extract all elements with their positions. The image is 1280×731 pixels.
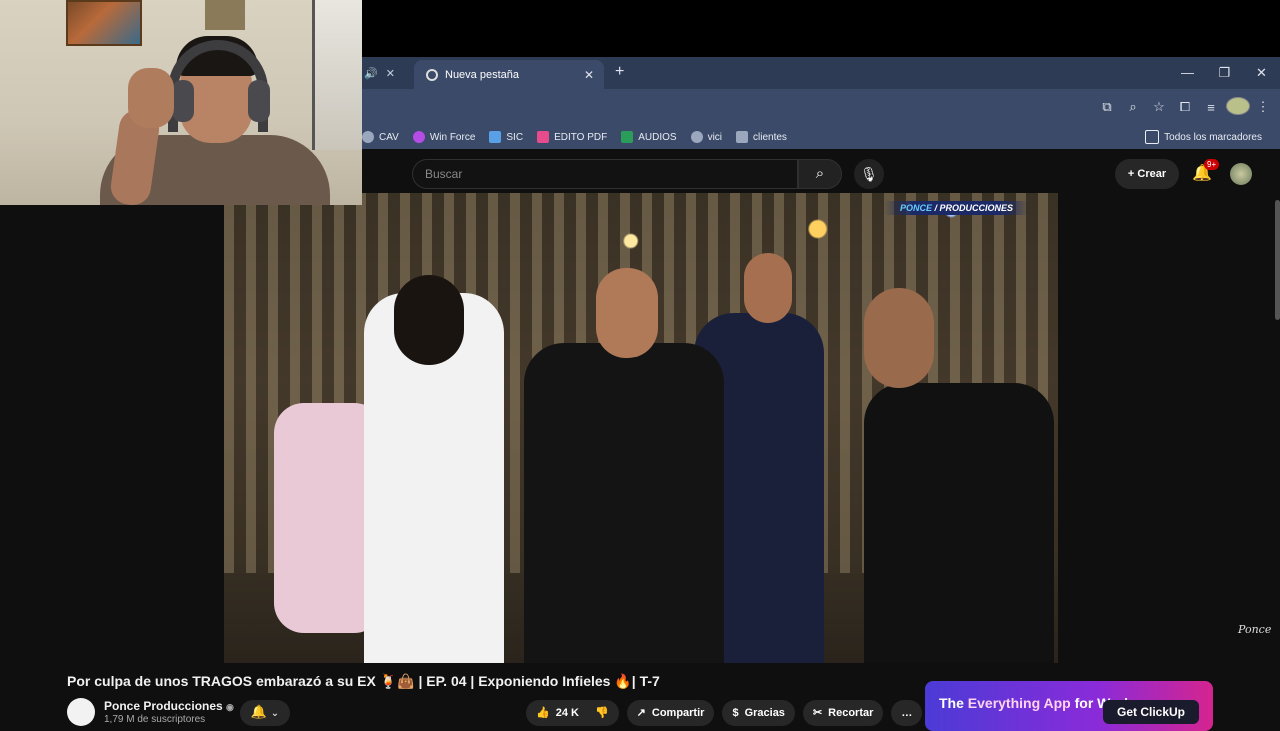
media-icon[interactable]: ≡ — [1200, 100, 1222, 115]
audio-icon — [621, 131, 634, 143]
page-scrollbar[interactable] — [1275, 200, 1280, 320]
host-figure — [524, 343, 724, 663]
search-button[interactable]: ⌕ — [798, 159, 842, 189]
search-icon: ⌕ — [815, 165, 825, 182]
ad-cta-button[interactable]: Get ClickUp — [1103, 700, 1199, 724]
clickup-ad[interactable]: The Everything App for Work Get ClickUp — [925, 681, 1213, 731]
screen-top-area — [362, 0, 1280, 57]
bookmark-win-force[interactable]: Win Force — [412, 131, 475, 143]
account-avatar[interactable] — [1230, 163, 1252, 185]
more-actions-button[interactable]: … — [891, 700, 923, 726]
close-window-button[interactable]: ✕ — [1243, 57, 1280, 89]
sic-icon — [489, 131, 502, 143]
like-button[interactable]: 👍 24 K 👎 — [526, 700, 619, 726]
thumbs-down-icon[interactable]: 👎 — [595, 700, 609, 726]
door — [312, 0, 362, 150]
thumbs-up-icon: 👍 — [536, 707, 550, 719]
restore-button[interactable]: ❐ — [1206, 57, 1243, 89]
close-icon[interactable]: ✕ — [386, 67, 395, 80]
video-player[interactable]: PONCE / PRODUCCIONES Ponce — [0, 193, 1280, 663]
thanks-button[interactable]: $ Gracias — [722, 700, 795, 726]
all-bookmarks[interactable]: Todos los marcadores — [1145, 125, 1262, 149]
window-controls: — ❐ ✕ — [1169, 57, 1280, 89]
winforce-icon — [412, 131, 425, 143]
youtube-header: Buscar ⌕ 🎙 + Crear 🔔 9+ — [362, 155, 1280, 193]
plus-icon: + — [1127, 168, 1135, 180]
notification-badge: 9+ — [1204, 159, 1220, 170]
create-button[interactable]: + Crear — [1115, 159, 1179, 189]
man-head — [864, 288, 934, 388]
share-button[interactable]: ↗ Compartir — [626, 700, 715, 726]
menu-icon[interactable]: ⋮ — [1252, 99, 1274, 115]
video-title: Por culpa de unos TRAGOS embarazó a su E… — [67, 673, 660, 689]
channel-name[interactable]: Ponce Producciones ◉ — [104, 699, 234, 713]
minimize-button[interactable]: — — [1169, 57, 1206, 89]
video-frame[interactable]: PONCE / PRODUCCIONES — [224, 193, 1058, 663]
bookmark-sic[interactable]: SIC — [489, 131, 523, 143]
search-input[interactable]: Buscar — [412, 159, 798, 189]
bookmarks-bar: CAV Win Force SIC EDITO PDF AUDIOS vici … — [362, 125, 1280, 149]
bookmark-edito-pdf[interactable]: EDITO PDF — [537, 131, 607, 143]
star-icon[interactable]: ☆ — [1148, 99, 1170, 115]
share-icon: ↗ — [636, 707, 646, 719]
scissors-icon: ✂ — [812, 707, 823, 719]
clientes-icon — [736, 131, 749, 143]
pdf-icon — [537, 131, 550, 143]
clip-button[interactable]: ✂ Recortar — [802, 700, 884, 726]
close-icon[interactable]: ✕ — [584, 68, 594, 82]
voice-search-button[interactable]: 🎙 — [854, 159, 884, 189]
webcam-overlay — [0, 0, 362, 205]
tab-strip: 🔊 ✕ Nueva pestaña ✕ + — ❐ ✕ — [362, 57, 1280, 89]
bookmark-vici[interactable]: vici — [690, 131, 722, 143]
browser-chrome: 🔊 ✕ Nueva pestaña ✕ + — ❐ ✕ ⧉ ⌕ ☆ ⧠ ≡ ⋮ … — [362, 0, 1280, 155]
folder-icon — [1145, 130, 1160, 144]
channel-brand-overlay: PONCE / PRODUCCIONES — [884, 201, 1030, 215]
channel-avatar[interactable] — [67, 698, 95, 726]
chrome-icon — [426, 68, 438, 81]
headphone-cup-right — [248, 80, 270, 122]
chrome-icon — [362, 131, 374, 143]
video-watermark: Ponce — [1238, 623, 1272, 636]
cast-icon[interactable]: ⧉ — [1096, 99, 1118, 115]
wall-painting — [66, 0, 142, 46]
tab-label: Nueva pestaña — [445, 68, 519, 81]
vici-icon — [690, 131, 703, 143]
bookmark-cav[interactable]: CAV — [362, 131, 399, 143]
video-actions: 👍 24 K 👎 ↗ Compartir $ Gracias ✂ Recorta… — [526, 700, 923, 726]
previous-tab[interactable]: 🔊 ✕ — [362, 57, 395, 89]
person-hand — [128, 68, 174, 128]
chevron-down-icon: ⌄ — [270, 708, 280, 719]
verified-icon: ◉ — [226, 702, 234, 712]
wall-frame — [205, 0, 245, 30]
subscription-bell-button[interactable]: 🔔 ⌄ — [240, 700, 290, 726]
tab-nueva-pestana[interactable]: Nueva pestaña ✕ — [414, 60, 604, 89]
man-figure — [864, 383, 1054, 663]
bookmark-audios[interactable]: AUDIOS — [621, 131, 677, 143]
zoom-icon[interactable]: ⌕ — [1122, 99, 1144, 115]
browser-toolbar: ⧉ ⌕ ☆ ⧠ ≡ ⋮ — [362, 89, 1280, 125]
host-head — [596, 268, 658, 358]
microphone-icon: 🎙 — [860, 166, 878, 182]
woman-head — [394, 275, 464, 365]
new-tab-button[interactable]: + — [615, 63, 624, 81]
audio-icon: 🔊 — [364, 67, 378, 80]
extensions-icon[interactable]: ⧠ — [1174, 99, 1196, 115]
profile-avatar[interactable] — [1226, 96, 1250, 118]
security-guard-head — [744, 253, 792, 323]
bell-icon: 🔔 — [250, 704, 268, 719]
thanks-icon: $ — [732, 707, 739, 719]
bookmark-clientes[interactable]: clientes — [736, 131, 787, 143]
headphone-cup-left — [172, 80, 194, 122]
